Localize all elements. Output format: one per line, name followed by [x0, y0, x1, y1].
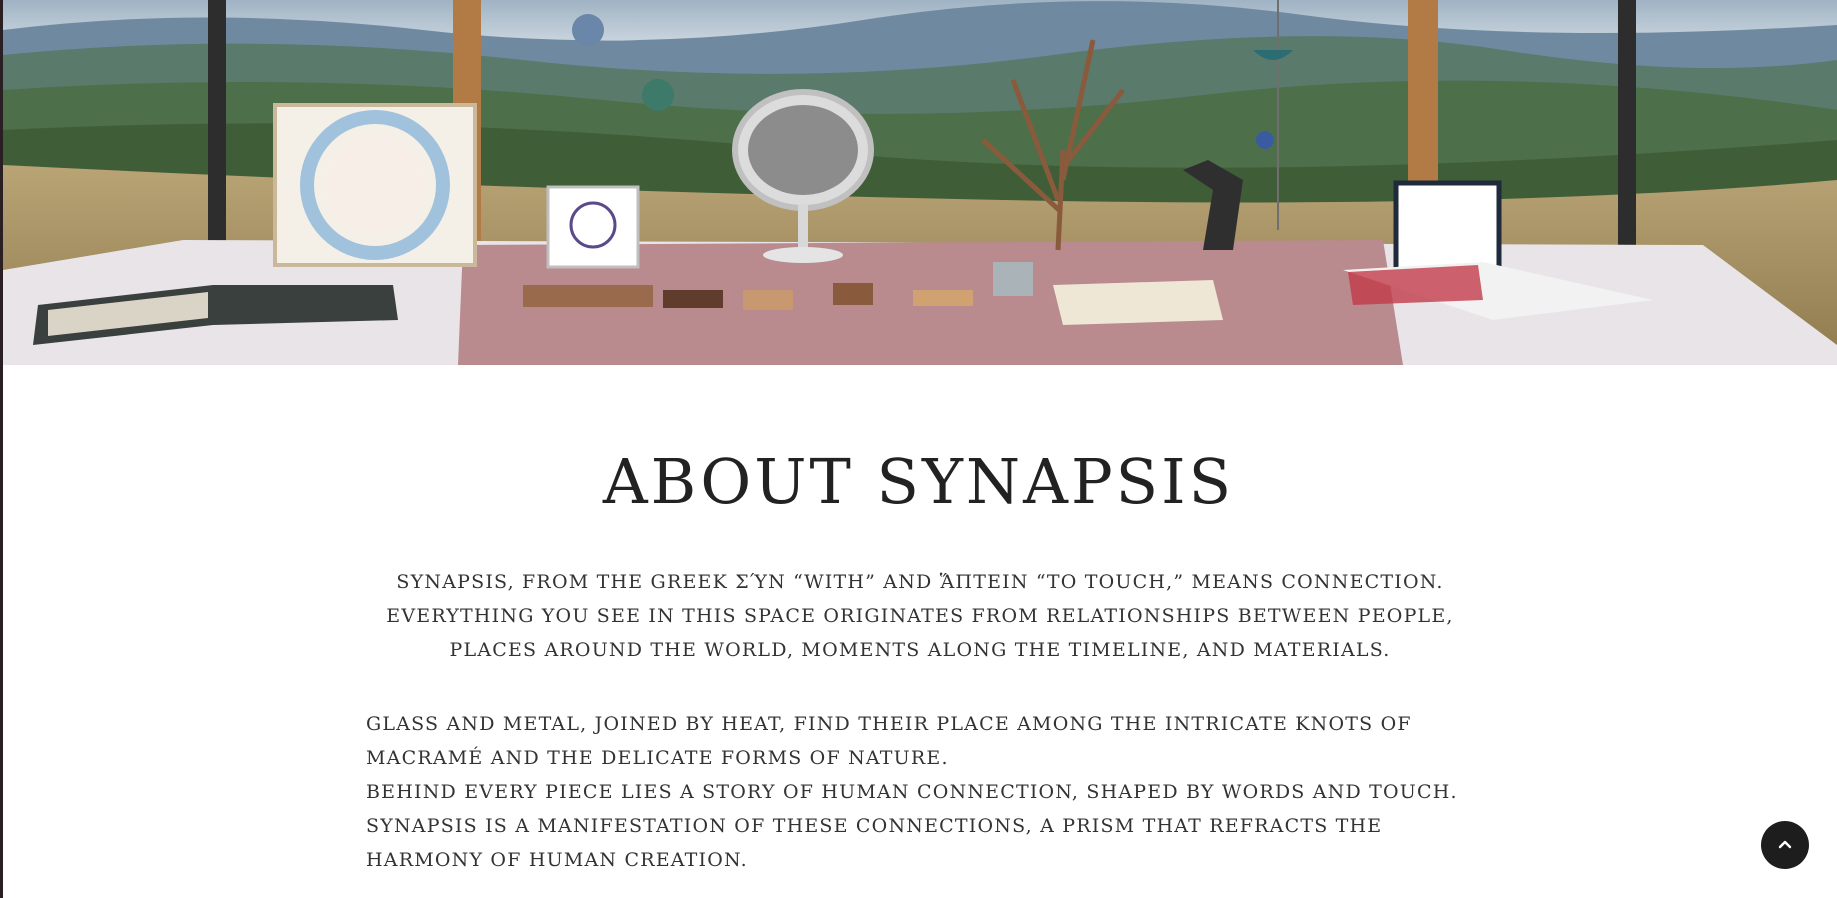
scroll-to-top-button[interactable] — [1761, 821, 1809, 869]
hero-photo — [3, 0, 1837, 365]
section-title: ABOUT SYNAPSIS — [602, 445, 1235, 518]
about-body: GLASS AND METAL, JOINED BY HEAT, FIND TH… — [366, 707, 1476, 877]
body-paragraph: SYNAPSIS IS A MANIFESTATION OF THESE CON… — [366, 815, 1383, 871]
page: ABOUT SYNAPSIS SYNAPSIS, FROM THE GREEK … — [0, 0, 1837, 898]
body-paragraph: BEHIND EVERY PIECE LIES A STORY OF HUMAN… — [366, 781, 1458, 803]
hero-image — [3, 0, 1837, 365]
chevron-up-icon — [1778, 840, 1792, 849]
intro-paragraph: SYNAPSIS, FROM THE GREEK σύν “WITH” AND … — [386, 571, 1454, 661]
body-paragraph: GLASS AND METAL, JOINED BY HEAT, FIND TH… — [366, 713, 1412, 769]
